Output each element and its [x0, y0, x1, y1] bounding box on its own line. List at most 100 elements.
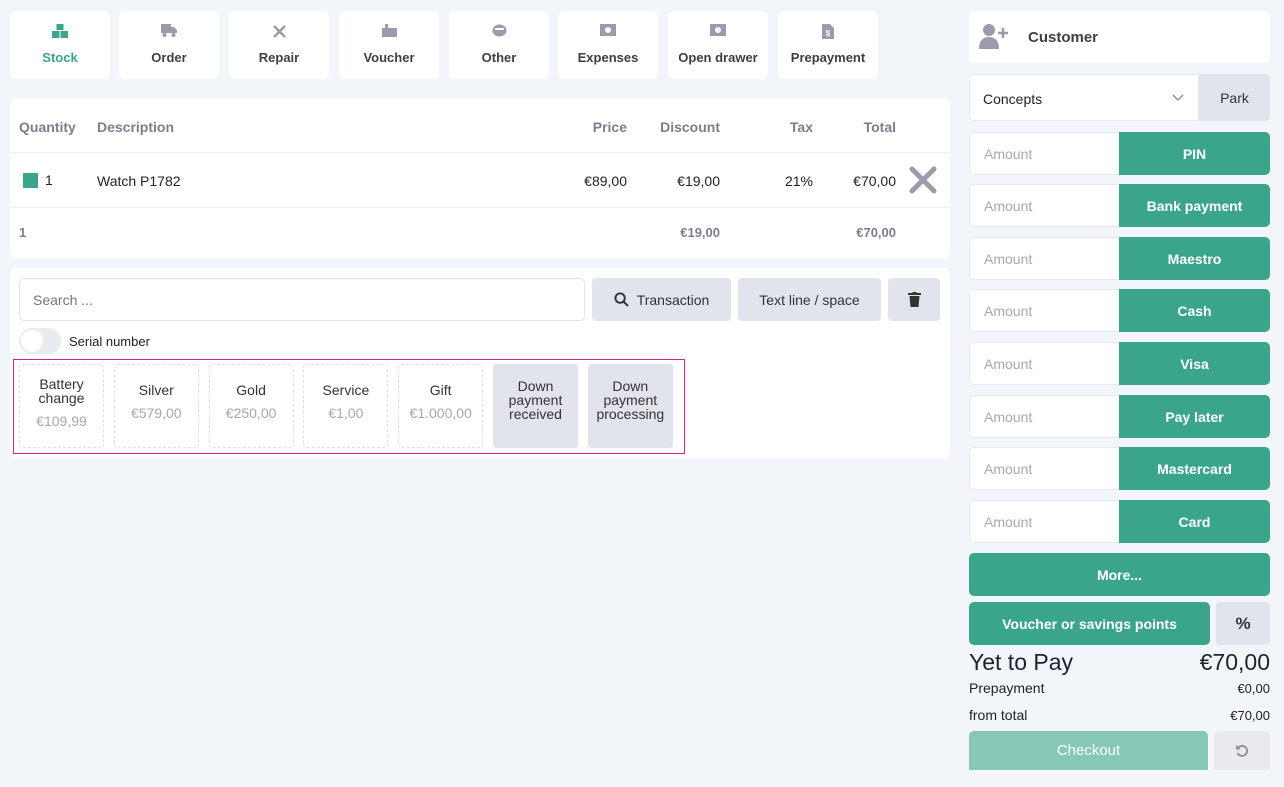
toolbar-order-button[interactable]: Order: [119, 11, 219, 79]
row-discount[interactable]: €19,00: [677, 173, 720, 189]
quick-item-price: €1.000,00: [409, 405, 472, 421]
tools-icon: [229, 24, 329, 40]
cart-table: Quantity Description Price Discount Tax …: [10, 98, 950, 258]
toolbar-voucher-button[interactable]: Voucher: [339, 11, 439, 79]
amount-input[interactable]: [970, 238, 1119, 279]
toolbar-label: Order: [151, 50, 187, 65]
serial-number-toggle[interactable]: [19, 328, 61, 354]
from-total-value: €70,00: [1230, 708, 1270, 723]
payment-row: Amount Visa: [969, 342, 1270, 385]
boxes-icon: [10, 24, 110, 40]
quick-item[interactable]: Down payment received: [493, 364, 578, 448]
toolbar-stock-button[interactable]: Stock: [10, 11, 110, 79]
quick-item[interactable]: Silver €579,00: [113, 364, 199, 448]
payment-method-button[interactable]: Mastercard: [1119, 447, 1270, 490]
concepts-value: Concepts: [983, 91, 1043, 107]
gift-icon: [339, 24, 439, 40]
text-line-label: Text line / space: [759, 291, 860, 308]
amount-input[interactable]: [970, 396, 1119, 437]
payment-method-button[interactable]: Card: [1119, 500, 1270, 543]
row-price[interactable]: €89,00: [584, 173, 627, 189]
search-icon: [614, 292, 629, 307]
payment-method-button[interactable]: Pay later: [1119, 395, 1270, 438]
voucher-button[interactable]: Voucher or savings points: [969, 602, 1210, 645]
more-label: More...: [1096, 566, 1143, 583]
row-description: Watch P1782: [97, 173, 181, 189]
payment-row: Amount Mastercard: [969, 447, 1270, 490]
row-quantity[interactable]: 1: [45, 172, 53, 188]
ring-icon: [449, 24, 549, 40]
payment-row: Amount Maestro: [969, 237, 1270, 280]
payment-method-button[interactable]: PIN: [1119, 132, 1270, 175]
delete-button[interactable]: [888, 278, 940, 321]
row-tax: 21%: [784, 173, 813, 189]
discount-percent-button[interactable]: %: [1216, 602, 1270, 645]
transaction-button[interactable]: Transaction: [592, 278, 731, 321]
payment-row: Amount PIN: [969, 132, 1270, 175]
toolbar-label: Voucher: [363, 50, 415, 65]
more-button[interactable]: More...: [969, 553, 1270, 596]
toolbar-open-drawer-button[interactable]: Open drawer: [668, 11, 768, 79]
quick-item-name: Battery change: [38, 376, 85, 406]
park-button[interactable]: Park: [1199, 74, 1270, 121]
toolbar-repair-button[interactable]: Repair: [229, 11, 329, 79]
amount-input[interactable]: [970, 290, 1119, 331]
remove-row-icon[interactable]: [908, 165, 938, 195]
toolbar-prepayment-button[interactable]: $ Prepayment: [778, 11, 878, 79]
col-total: Total: [863, 119, 896, 135]
quick-item[interactable]: Gold €250,00: [208, 364, 294, 448]
quick-item[interactable]: Down payment processing: [587, 364, 673, 448]
toolbar-expenses-button[interactable]: Expenses: [558, 11, 658, 79]
customer-button[interactable]: Customer: [969, 11, 1270, 63]
toolbar-other-button[interactable]: Other: [449, 11, 549, 79]
amount-input[interactable]: [970, 343, 1119, 384]
chevron-down-icon: [1172, 94, 1184, 101]
customer-label: Customer: [1028, 29, 1099, 46]
col-discount: Discount: [660, 119, 720, 135]
payment-row: Amount Card: [969, 500, 1270, 543]
quick-item-name: Silver: [138, 382, 174, 398]
payment-method-button[interactable]: Cash: [1119, 289, 1270, 332]
toolbar-label: Open drawer: [678, 50, 758, 65]
checkout-label: Checkout: [1056, 742, 1121, 759]
amount-input[interactable]: [970, 133, 1119, 174]
search-input[interactable]: [19, 278, 585, 321]
quick-item[interactable]: Service €1,00: [303, 364, 389, 448]
from-total-label: from total: [969, 707, 1028, 723]
quick-item[interactable]: Gift €1.000,00: [398, 364, 484, 448]
concepts-select[interactable]: Concepts: [969, 74, 1199, 121]
payment-method-button[interactable]: Bank payment: [1119, 184, 1270, 227]
table-row[interactable]: 1 Watch P1782 €89,00 €19,00 21% €70,00: [10, 153, 950, 207]
voucher-label: Voucher or savings points: [1002, 615, 1177, 632]
payment-row: Amount Bank payment: [969, 184, 1270, 227]
payment-method-button[interactable]: Visa: [1119, 342, 1270, 385]
money-icon: [668, 24, 768, 40]
row-total: €70,00: [853, 173, 896, 189]
quick-item-price: €109,99: [36, 413, 87, 429]
quick-item-name: Gold: [236, 382, 266, 398]
yet-to-pay-label: Yet to Pay: [969, 649, 1074, 675]
payment-method-button[interactable]: Maestro: [1119, 237, 1270, 280]
yet-to-pay-value: €70,00: [1199, 649, 1270, 675]
amount-input[interactable]: [970, 448, 1119, 489]
payment-row: Amount Cash: [969, 289, 1270, 332]
amount-input[interactable]: [970, 501, 1119, 542]
quick-item-name: Down payment received: [508, 378, 563, 422]
toolbar-label: Stock: [42, 50, 78, 65]
toolbar-label: Other: [481, 50, 517, 65]
serial-number-label: Serial number: [69, 334, 150, 349]
col-description: Description: [97, 119, 175, 135]
amount-input[interactable]: [970, 185, 1119, 226]
toolbar-label: Prepayment: [790, 50, 866, 65]
checkout-button[interactable]: Checkout: [969, 731, 1208, 770]
reset-button[interactable]: [1214, 731, 1270, 770]
col-price: Price: [592, 119, 627, 135]
stock-indicator: [23, 173, 38, 188]
footer-quantity: 1: [19, 225, 27, 240]
prepayment-value: €0,00: [1237, 681, 1270, 696]
footer-total: €70,00: [856, 225, 896, 240]
money-icon: [558, 24, 658, 40]
text-line-button[interactable]: Text line / space: [738, 278, 881, 321]
quick-item[interactable]: Battery change €109,99: [19, 364, 104, 448]
invoice-icon: $: [778, 24, 878, 40]
